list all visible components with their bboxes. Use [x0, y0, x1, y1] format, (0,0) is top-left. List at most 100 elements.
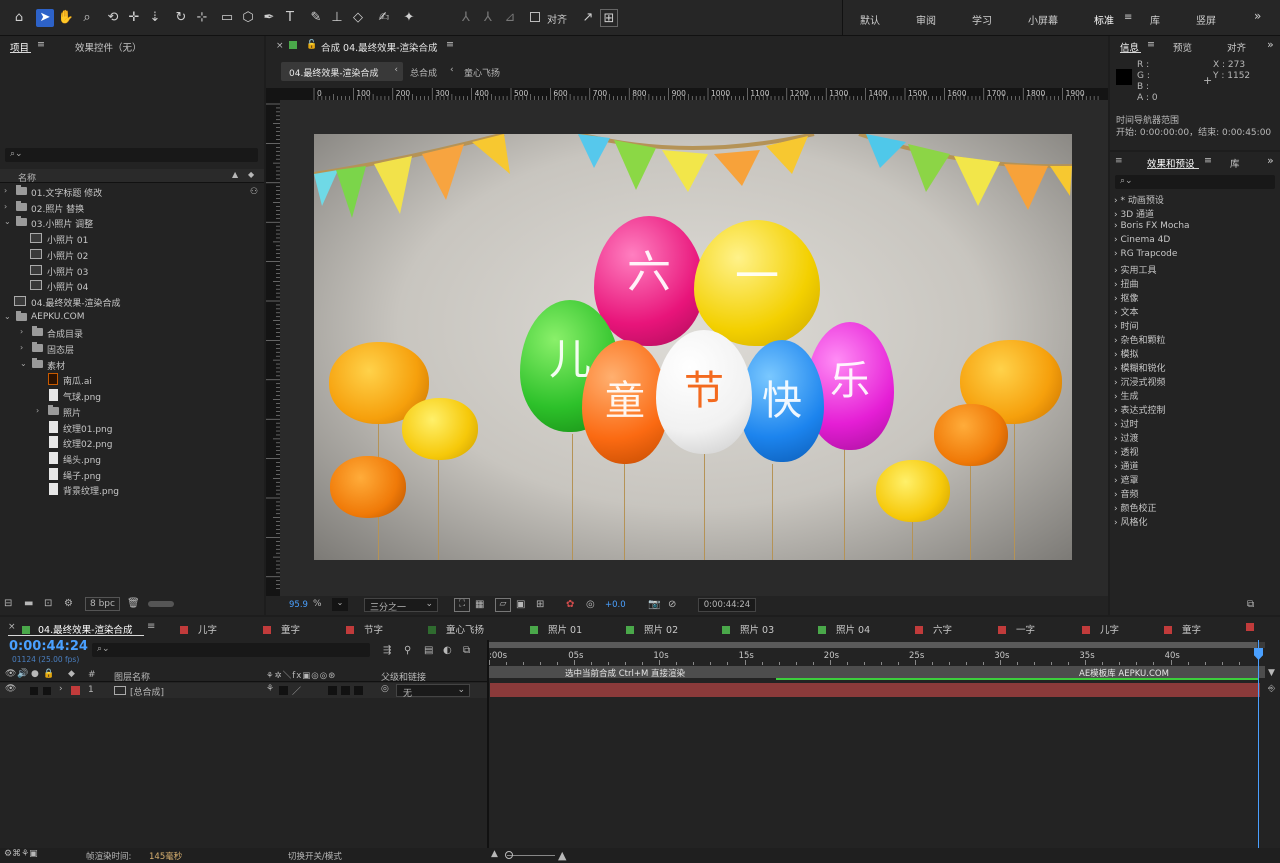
- effect-category[interactable]: › 时间: [1114, 319, 1138, 333]
- viewer-timecode[interactable]: 0:00:44:24: [698, 598, 756, 612]
- workspace-default[interactable]: 默认: [860, 12, 880, 27]
- effects-menu-left-icon[interactable]: ≡: [1115, 156, 1123, 166]
- snap-grid-icon[interactable]: ⊞: [600, 9, 618, 27]
- project-settings-icon[interactable]: ⚙: [64, 598, 73, 609]
- effect-category[interactable]: › * 动画预设: [1114, 193, 1164, 207]
- effect-category[interactable]: › 过渡: [1114, 431, 1138, 445]
- mask-visibility-icon[interactable]: ▱: [495, 598, 511, 612]
- resolution-select[interactable]: 三分之一 ⌄: [364, 598, 438, 613]
- adjustment-switch[interactable]: [341, 686, 350, 695]
- workspace-vertical[interactable]: 竖屏: [1196, 12, 1216, 27]
- comp-mini-flowchart-icon[interactable]: ⇶: [383, 645, 391, 656]
- project-item[interactable]: ⌄ AEPKU.COM: [0, 310, 262, 325]
- effect-category[interactable]: › 扭曲: [1114, 277, 1138, 291]
- graph-editor-icon[interactable]: ⧉: [463, 645, 470, 656]
- breadcrumb-total[interactable]: 总合成: [410, 66, 437, 79]
- region-of-interest-icon[interactable]: ▣: [516, 599, 525, 610]
- effect-category[interactable]: › 音频: [1114, 487, 1138, 501]
- timeline-tab[interactable]: 照片 02: [626, 622, 678, 636]
- home-icon[interactable]: ⌂: [10, 9, 28, 27]
- timeline-tab[interactable]: 节字: [346, 622, 383, 636]
- project-item[interactable]: 绳子.png: [0, 467, 262, 482]
- workspace-menu-icon[interactable]: ≡: [1124, 12, 1132, 23]
- motion-blur-icon[interactable]: ◐: [443, 645, 452, 656]
- zoom-slider-handle[interactable]: [505, 851, 513, 859]
- puppet-pin-icon[interactable]: ✦: [400, 9, 418, 27]
- brush-tool-icon[interactable]: ✎: [307, 9, 325, 27]
- render-icon[interactable]: ⚙⌘⚘▣: [4, 849, 38, 859]
- effect-category[interactable]: › 杂色和颗粒: [1114, 333, 1165, 347]
- quality-switch-icon[interactable]: ／: [292, 684, 301, 697]
- effect-category[interactable]: › RG Trapcode: [1114, 249, 1177, 263]
- comp-menu-icon[interactable]: ≡: [446, 39, 454, 50]
- pickwhip-icon[interactable]: ◎: [381, 684, 389, 694]
- breadcrumb-current[interactable]: 04.最终效果-渲染合成 ‹: [281, 62, 403, 81]
- workspace-standard[interactable]: 标准: [1094, 12, 1114, 27]
- dolly-tool-icon[interactable]: ⇣: [146, 9, 164, 27]
- snap-checkbox[interactable]: [530, 12, 540, 22]
- timeline-tab[interactable]: 童字: [263, 622, 300, 636]
- more-panels-icon[interactable]: »: [1267, 154, 1274, 167]
- layer-row[interactable]: 👁 › 1 [总合成] ⚘ ／ ◎ 无 ⌄: [0, 683, 487, 699]
- type-tool-icon[interactable]: T: [281, 9, 299, 27]
- label-tag-icon[interactable]: ◆: [248, 170, 254, 179]
- chevron-right-icon[interactable]: ›: [36, 406, 39, 415]
- column-layer-name[interactable]: 图层名称: [114, 670, 150, 683]
- anchor-tool-icon[interactable]: ⊹: [193, 9, 211, 27]
- column-name[interactable]: 名称: [18, 171, 36, 184]
- layer-name[interactable]: [总合成]: [130, 685, 164, 698]
- comp-button-icon[interactable]: ▼: [1268, 668, 1275, 678]
- axis-local-icon[interactable]: ⅄: [457, 9, 475, 27]
- effects-search-input[interactable]: ⌕⌄: [1115, 175, 1275, 189]
- parent-select[interactable]: 无 ⌄: [396, 684, 470, 699]
- timeline-tab[interactable]: 童字: [1164, 622, 1201, 636]
- audio-icon[interactable]: 🔊: [17, 669, 28, 679]
- more-workspaces-icon[interactable]: »: [1254, 9, 1261, 23]
- effect-category[interactable]: › 模拟: [1114, 347, 1138, 361]
- project-item[interactable]: 小照片 02: [0, 247, 262, 262]
- project-item[interactable]: 南瓜.ai: [0, 372, 262, 387]
- tab-preview[interactable]: 预览: [1173, 40, 1192, 54]
- lock-column-icon[interactable]: 🔒: [43, 669, 54, 679]
- visibility-icon[interactable]: 👁: [5, 684, 16, 694]
- project-menu-icon[interactable]: ≡: [37, 39, 45, 50]
- project-item[interactable]: ⌄ 03.小照片 调整: [0, 215, 262, 230]
- timeline-tab[interactable]: 童心飞扬: [428, 622, 484, 636]
- timeline-tab[interactable]: 儿字: [1082, 622, 1119, 636]
- project-item[interactable]: 背景纹理.png: [0, 482, 262, 497]
- clone-stamp-icon[interactable]: ⊥: [328, 9, 346, 27]
- effect-category[interactable]: › 抠像: [1114, 291, 1138, 305]
- timeline-timecode[interactable]: 0:00:44:24: [9, 639, 88, 654]
- chevron-right-icon[interactable]: ›: [20, 327, 23, 336]
- bpc-button[interactable]: 8 bpc: [85, 597, 120, 611]
- close-tab-icon[interactable]: ×: [8, 622, 16, 632]
- chevron-down-icon[interactable]: ⌄: [4, 312, 11, 321]
- hand-tool-icon[interactable]: ✋: [57, 9, 75, 27]
- project-item[interactable]: ⌄ 素材: [0, 357, 262, 372]
- effect-category[interactable]: › 模糊和锐化: [1114, 361, 1165, 375]
- project-item[interactable]: 小照片 03: [0, 263, 262, 278]
- interpret-footage-icon[interactable]: ⊟: [4, 598, 12, 609]
- channels-icon[interactable]: ✿: [566, 599, 574, 610]
- work-area-bar[interactable]: [489, 642, 1265, 648]
- project-item[interactable]: › 合成目录: [0, 325, 262, 340]
- project-item[interactable]: 小照片 04: [0, 278, 262, 293]
- timeline-tab[interactable]: 一字: [998, 622, 1035, 636]
- effect-category[interactable]: › 沉浸式视频: [1114, 375, 1165, 389]
- layer-label-color[interactable]: [71, 686, 80, 695]
- chevron-right-icon[interactable]: ›: [4, 202, 7, 211]
- effect-category[interactable]: › 颜色校正: [1114, 501, 1156, 515]
- toggle-switches-modes[interactable]: 切换开关/模式: [288, 850, 342, 862]
- new-bin-icon[interactable]: ⧉: [1247, 599, 1254, 610]
- effect-category[interactable]: › 过时: [1114, 417, 1138, 431]
- project-item[interactable]: 纹理01.png: [0, 420, 262, 435]
- chevron-right-icon[interactable]: ›: [59, 684, 63, 694]
- timeline-search-input[interactable]: ⌕⌄: [92, 643, 370, 657]
- more-panels-icon[interactable]: »: [1267, 38, 1274, 51]
- show-snapshot-icon[interactable]: ⊘: [668, 599, 676, 610]
- zoom-tool-icon[interactable]: ⌕: [78, 9, 96, 27]
- workspace-review[interactable]: 审阅: [916, 12, 936, 27]
- effect-category[interactable]: › 透视: [1114, 445, 1138, 459]
- effect-category[interactable]: › 通道: [1114, 459, 1138, 473]
- selection-tool-icon[interactable]: ➤: [36, 9, 54, 27]
